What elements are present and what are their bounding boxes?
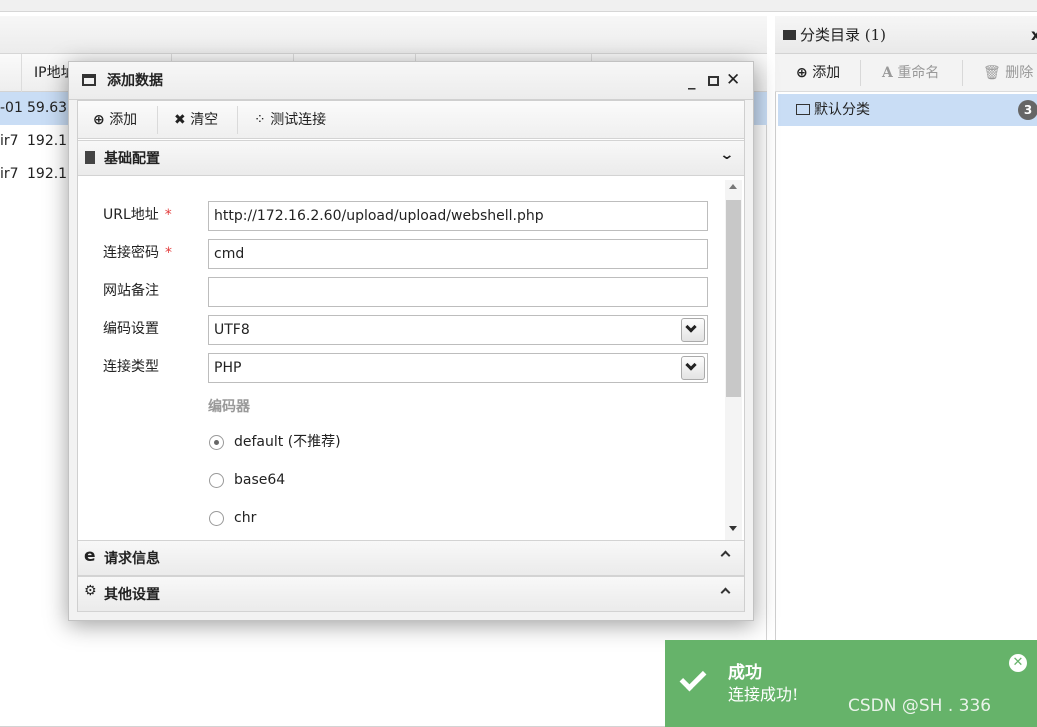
toast-title: 成功 — [728, 663, 762, 683]
radio-default[interactable] — [209, 435, 224, 450]
scroll-down-icon[interactable] — [729, 526, 737, 531]
scroll-up-icon[interactable] — [729, 184, 737, 189]
rename-category-button[interactable]: A 重命名 — [882, 54, 939, 92]
section-request-header[interactable]: 请求信息 — [78, 540, 744, 576]
category-title: 分类目录 (1) — [800, 26, 887, 44]
section-other-header[interactable]: 其他设置 — [78, 576, 744, 612]
test-connection-label: 测试连接 — [270, 112, 327, 128]
folder-open-icon — [796, 104, 810, 115]
radio-base64-label[interactable]: base64 — [234, 470, 285, 490]
toolbar-divider — [860, 60, 861, 86]
add-category-button[interactable]: ⊕ 添加 — [796, 54, 840, 92]
x-icon: ✖ — [174, 112, 186, 128]
password-field[interactable] — [208, 239, 708, 269]
chevron-down-icon[interactable] — [681, 318, 705, 342]
toolbar-divider — [962, 60, 963, 86]
rename-category-label: 重命名 — [897, 65, 940, 81]
radio-chr-label[interactable]: chr — [234, 508, 256, 528]
watermark: CSDN @SH . 336 — [848, 696, 992, 716]
scrollbar-thumb[interactable] — [726, 200, 741, 397]
add-button-label: 添加 — [109, 112, 138, 128]
clear-button[interactable]: ✖ 清空 — [174, 101, 218, 139]
plus-circle-icon: ⊕ — [796, 65, 808, 81]
maximize-icon[interactable] — [708, 76, 719, 86]
tree-item-label: 默认分类 — [814, 102, 870, 118]
section-request-title: 请求信息 — [104, 551, 160, 567]
trash-icon: 🗑 — [983, 65, 1001, 81]
url-field[interactable] — [208, 201, 708, 231]
top-strip — [0, 0, 1037, 12]
encoding-value: UTF8 — [214, 322, 250, 338]
note-field[interactable] — [208, 277, 708, 307]
count-badge: 3 — [1018, 100, 1037, 120]
delete-category-button[interactable]: 🗑 删除 — [983, 54, 1033, 92]
folder-icon — [783, 30, 796, 40]
url-label: URL地址 * — [103, 207, 172, 223]
toast-message: 连接成功! — [728, 685, 799, 704]
minimize-icon[interactable]: _ — [688, 72, 696, 90]
radio-base64[interactable] — [209, 473, 224, 488]
radio-chr[interactable] — [209, 511, 224, 526]
clear-button-label: 清空 — [190, 112, 219, 128]
modal-title-bar[interactable]: 添加数据 — [69, 62, 753, 100]
table-cell: ir7 — [0, 166, 19, 182]
modal-title: 添加数据 — [107, 73, 163, 89]
toolbar-divider — [237, 106, 238, 134]
required-mark: * — [165, 245, 172, 261]
table-cell-ip: 59.63 — [27, 100, 68, 116]
tree-item-default[interactable]: 默认分类 — [778, 94, 1037, 126]
add-category-label: 添加 — [812, 65, 841, 81]
grid-header-cell[interactable] — [0, 54, 22, 92]
type-value: PHP — [214, 360, 242, 376]
table-cell-ip: 192.1 — [27, 133, 68, 149]
spinner-icon: ⁘ — [254, 112, 266, 128]
delete-category-label: 删除 — [1005, 65, 1034, 81]
window-icon — [82, 74, 96, 86]
test-connection-button[interactable]: ⁘ 测试连接 — [254, 101, 326, 139]
font-icon: A — [882, 65, 893, 81]
document-icon — [85, 151, 95, 164]
category-panel-header: 分类目录 (1) — [775, 16, 1037, 54]
note-label: 网站备注 — [103, 283, 159, 299]
close-icon[interactable]: x — [1031, 26, 1037, 44]
encoding-label: 编码设置 — [103, 321, 159, 337]
password-label: 连接密码 * — [103, 245, 172, 261]
radio-default-label[interactable]: default (不推荐) — [234, 432, 341, 452]
section-basic-header[interactable]: 基础配置 — [78, 140, 744, 176]
table-cell-ip: 192.1 — [27, 166, 68, 182]
required-mark: * — [164, 207, 172, 223]
grid-panel-header — [0, 16, 767, 54]
type-label: 连接类型 — [103, 359, 159, 375]
browser-icon: e — [84, 546, 96, 566]
section-basic-title: 基础配置 — [104, 151, 160, 167]
close-toast-icon[interactable]: ✕ — [1009, 654, 1027, 672]
chevron-down-icon[interactable]: ⌄ — [719, 147, 734, 163]
add-button[interactable]: ⊕ 添加 — [93, 101, 137, 139]
close-modal-icon[interactable]: ✕ — [726, 70, 740, 90]
toolbar-divider — [157, 106, 158, 134]
chevron-down-icon[interactable] — [681, 356, 705, 380]
table-cell: ir7 — [0, 133, 19, 149]
table-cell: -01 — [0, 100, 23, 116]
cogs-icon: ⚙ — [84, 583, 97, 599]
type-select[interactable]: PHP — [208, 353, 708, 383]
encoder-label: 编码器 — [208, 399, 250, 415]
encoding-select[interactable]: UTF8 — [208, 315, 708, 345]
section-other-title: 其他设置 — [104, 587, 160, 603]
plus-circle-icon: ⊕ — [93, 112, 105, 128]
